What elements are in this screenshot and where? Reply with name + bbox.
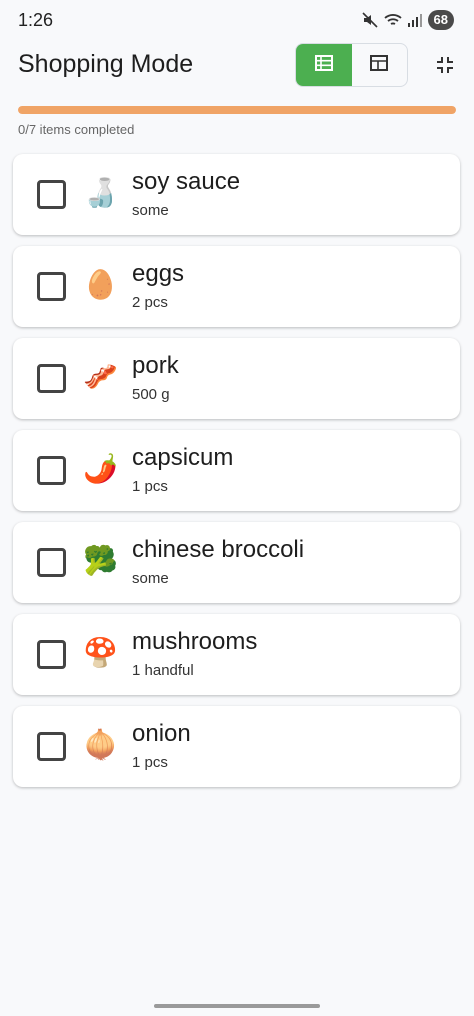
progress-text: 0/7 items completed [18, 122, 135, 137]
grid-view-icon [370, 54, 389, 76]
item-emoji-icon: 🥦 [83, 545, 118, 576]
item-quantity: 1 pcs [132, 478, 168, 495]
grid-view-button[interactable] [352, 44, 408, 86]
exit-fullscreen-button[interactable] [430, 52, 460, 82]
item-quantity: 1 handful [132, 662, 194, 679]
status-bar: 1:26 68 [0, 0, 474, 40]
item-name: soy sauce [132, 168, 241, 195]
item-emoji-icon: 🥓 [83, 361, 118, 392]
item-emoji-icon: 🍄 [83, 637, 118, 668]
item-name: onion [132, 720, 191, 747]
progress-bar [18, 106, 456, 114]
item-checkbox[interactable] [37, 180, 66, 209]
view-toggle [295, 43, 408, 87]
list-view-icon [314, 54, 333, 76]
item-emoji-icon: 🧅 [83, 729, 118, 760]
list-item[interactable]: 🧅 onion 1 pcs [13, 706, 460, 787]
list-item[interactable]: 🥓 pork 500 g [13, 338, 460, 419]
item-name: eggs [132, 260, 185, 287]
page-title: Shopping Mode [18, 50, 194, 78]
shopping-list: 🍶 soy sauce some 🥚 eggs 2 pcs 🥓 pork 500 g 🌶️ caps… [13, 154, 460, 798]
item-quantity: some [132, 202, 169, 219]
item-quantity: some [132, 570, 169, 587]
home-indicator[interactable] [154, 1004, 320, 1008]
item-emoji-icon: 🥚 [83, 269, 118, 300]
status-time: 1:26 [18, 10, 54, 30]
item-name: capsicum [132, 444, 234, 471]
mute-icon [361, 12, 378, 28]
battery-indicator: 68 [427, 10, 454, 30]
item-emoji-icon: 🌶️ [83, 453, 118, 484]
list-item[interactable]: 🍄 mushrooms 1 handful [13, 614, 460, 695]
progress-fill [18, 106, 456, 114]
signal-icon [407, 13, 422, 27]
item-quantity: 500 g [132, 386, 170, 403]
item-checkbox[interactable] [37, 548, 66, 577]
item-name: chinese broccoli [132, 536, 305, 563]
list-view-button[interactable] [296, 44, 352, 86]
item-name: pork [132, 352, 179, 379]
list-item[interactable]: 🌶️ capsicum 1 pcs [13, 430, 460, 511]
list-item[interactable]: 🥦 chinese broccoli some [13, 522, 460, 603]
fullscreen-exit-icon [436, 56, 454, 79]
app-bar: Shopping Mode [0, 40, 474, 92]
item-quantity: 1 pcs [132, 754, 168, 771]
item-name: mushrooms [132, 628, 258, 655]
item-checkbox[interactable] [37, 364, 66, 393]
list-item[interactable]: 🥚 eggs 2 pcs [13, 246, 460, 327]
item-checkbox[interactable] [37, 640, 66, 669]
item-checkbox[interactable] [37, 732, 66, 761]
item-quantity: 2 pcs [132, 294, 168, 311]
wifi-icon [383, 12, 402, 28]
item-checkbox[interactable] [37, 456, 66, 485]
item-emoji-icon: 🍶 [83, 177, 118, 208]
status-icons: 68 [361, 10, 454, 30]
list-item[interactable]: 🍶 soy sauce some [13, 154, 460, 235]
item-checkbox[interactable] [37, 272, 66, 301]
